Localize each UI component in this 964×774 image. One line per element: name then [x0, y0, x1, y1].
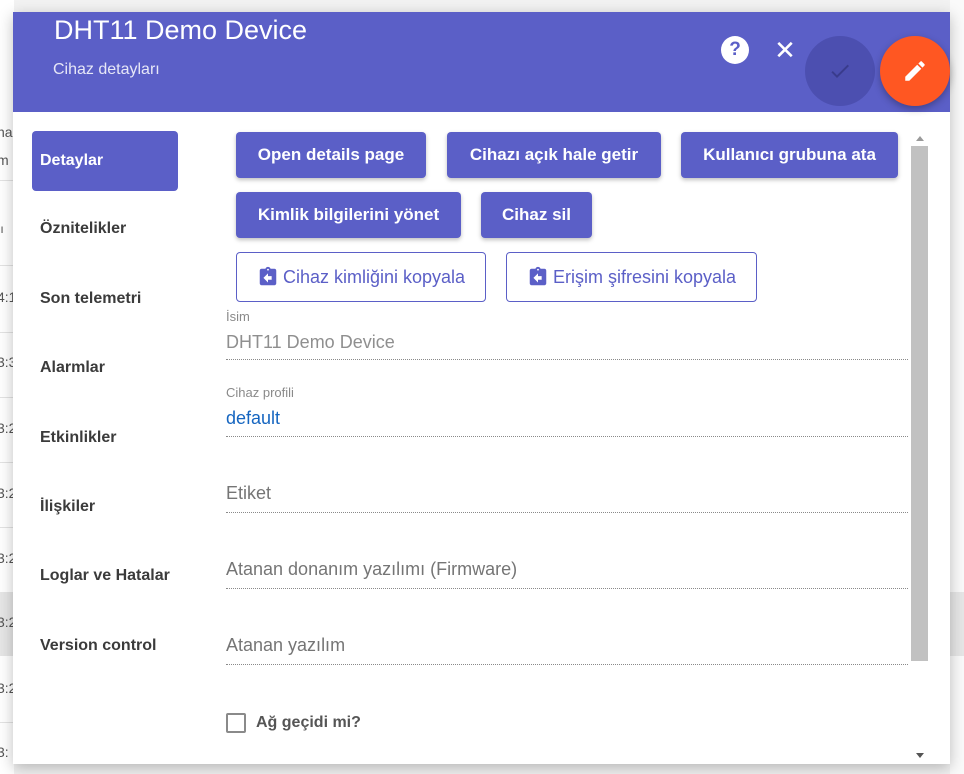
scroll-up-arrow-icon[interactable] — [916, 136, 924, 141]
background-divider — [0, 722, 14, 723]
scroll-down-arrow-icon[interactable] — [916, 753, 924, 758]
software-field[interactable]: Atanan yazılım — [226, 634, 908, 665]
tab-alarms[interactable]: Alarmlar — [32, 338, 178, 398]
is-gateway-label: Ağ geçidi mi? — [256, 714, 361, 731]
device-profile-field[interactable]: Cihaz profili default — [226, 384, 908, 437]
name-field-value: DHT11 Demo Device — [226, 332, 395, 352]
background-divider — [0, 332, 14, 333]
tab-latest-telemetry[interactable]: Son telemetri — [32, 269, 178, 329]
background-text: 3:3 — [0, 354, 14, 370]
background-divider — [0, 527, 14, 528]
manage-credentials-button[interactable]: Kimlik bilgilerini yönet — [236, 192, 461, 238]
firmware-field[interactable]: Atanan donanım yazılımı (Firmware) — [226, 558, 908, 589]
device-profile-link[interactable]: default — [226, 408, 280, 429]
is-gateway-row: Ağ geçidi mi? — [226, 713, 361, 733]
dialog-subtitle: Cihaz detayları — [53, 61, 160, 78]
background-text: 3:2 — [0, 680, 14, 696]
name-field-label: İsim — [226, 309, 250, 324]
delete-device-button[interactable]: Cihaz sil — [481, 192, 592, 238]
clipboard-arrow-icon — [529, 266, 547, 286]
background-text: 3:2 — [0, 420, 14, 436]
tab-logs-errors[interactable]: Loglar ve Hatalar — [32, 546, 178, 606]
content-scrollbar[interactable] — [911, 132, 929, 764]
copy-device-id-button[interactable]: Cihaz kimliğini kopyala — [236, 252, 486, 302]
check-icon — [831, 64, 849, 78]
tab-attributes[interactable]: Öznitelikler — [32, 199, 178, 259]
dialog-header: DHT11 Demo Device Cihaz detayları ? ✕ — [13, 12, 950, 112]
background-text: 3:2 — [0, 614, 14, 630]
name-field[interactable]: İsim DHT11 Demo Device — [226, 308, 908, 360]
edit-button[interactable] — [880, 36, 950, 106]
background-divider — [0, 265, 14, 266]
background-divider — [0, 462, 14, 463]
background-text: 3: — [0, 744, 9, 760]
is-gateway-checkbox[interactable] — [226, 713, 246, 733]
pencil-icon — [905, 61, 925, 81]
make-device-public-button[interactable]: Cihazı açık hale getir — [447, 132, 661, 178]
close-icon[interactable]: ✕ — [771, 35, 799, 65]
open-details-page-button[interactable]: Open details page — [236, 132, 426, 178]
software-field-placeholder: Atanan yazılım — [226, 635, 346, 655]
apply-changes-button[interactable] — [805, 36, 875, 106]
firmware-field-placeholder: Atanan donanım yazılımı (Firmware) — [226, 559, 518, 579]
clipboard-arrow-icon — [259, 266, 277, 286]
copy-access-token-label: Erişim şifresini kopyala — [552, 266, 737, 287]
background-divider — [0, 180, 14, 181]
dialog-title: DHT11 Demo Device — [54, 15, 308, 45]
background-right-edge — [950, 0, 964, 774]
label-field[interactable]: Etiket — [226, 482, 908, 513]
device-profile-label: Cihaz profili — [226, 385, 294, 400]
tab-version-control[interactable]: Version control — [32, 616, 178, 676]
background-text: 3:2 — [0, 550, 14, 566]
tab-relations[interactable]: İlişkiler — [32, 477, 178, 537]
background-row-highlight — [950, 592, 964, 656]
device-details-dialog: DHT11 Demo Device Cihaz detayları ? ✕ De… — [13, 12, 950, 764]
background-device-list: naz m ıı 4:1 3:3 3:2 3:2 3:2 3:2 3:2 3: — [0, 0, 14, 774]
background-text: 4:1 — [0, 289, 14, 305]
tab-events[interactable]: Etkinlikler — [32, 408, 178, 468]
help-icon[interactable]: ? — [721, 36, 749, 64]
copy-access-token-button[interactable]: Erişim şifresini kopyala — [506, 252, 757, 302]
background-text: m — [0, 152, 9, 168]
assign-to-group-button[interactable]: Kullanıcı grubuna ata — [681, 132, 898, 178]
background-text: naz — [0, 124, 14, 140]
background-text: 3:2 — [0, 485, 14, 501]
background-divider — [0, 397, 14, 398]
label-field-placeholder: Etiket — [226, 483, 272, 503]
background-text: ıı — [0, 222, 4, 236]
copy-device-id-label: Cihaz kimliğini kopyala — [282, 266, 466, 287]
tab-details[interactable]: Detaylar — [32, 131, 178, 191]
scrollbar-thumb[interactable] — [911, 146, 928, 661]
